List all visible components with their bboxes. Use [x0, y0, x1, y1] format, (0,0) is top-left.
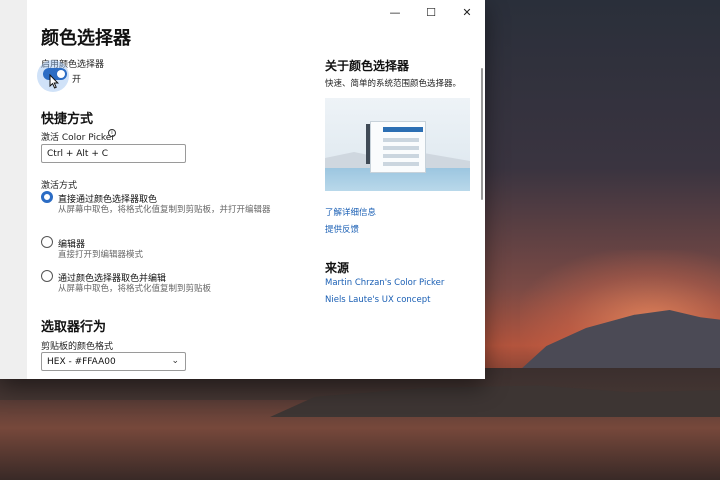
about-description: 快速、简单的系统范围颜色选择器。: [325, 79, 462, 89]
color-picker-preview-image: [325, 98, 470, 191]
preview-row: [383, 146, 419, 150]
clipboard-format-value: HEX - #FFAA00: [47, 357, 116, 367]
page-title: 颜色选择器: [41, 28, 131, 49]
settings-window: — ☐ ✕ 颜色选择器 启用颜色选择器 开 快捷方式 激活 Color Pick…: [0, 0, 485, 379]
option-1-description: 从屏幕中取色，将格式化值复制到剪贴板，并打开编辑器: [58, 205, 271, 215]
radio-option-2[interactable]: [41, 236, 53, 248]
feedback-link[interactable]: 提供反馈: [325, 223, 359, 235]
clipboard-format-dropdown[interactable]: HEX - #FFAA00 ⌄: [41, 352, 186, 371]
option-2-description: 直接打开到编辑器模式: [58, 250, 144, 260]
toggle-state-text: 开: [72, 75, 82, 85]
preview-row: [383, 154, 419, 158]
activation-behavior-label: 激活方式: [41, 181, 78, 191]
picker-behavior-section-title: 选取器行为: [41, 320, 107, 335]
preview-dialog: [370, 121, 426, 173]
preview-row: [383, 162, 419, 166]
about-title: 关于颜色选择器: [325, 59, 410, 73]
radio-option-3[interactable]: [41, 270, 53, 282]
radio-option-1[interactable]: [41, 191, 53, 203]
settings-content: 颜色选择器 启用颜色选择器 开 快捷方式 激活 Color Picker i C…: [27, 0, 485, 379]
source-link-1[interactable]: Martin Chrzan's Color Picker: [325, 278, 444, 288]
scrollbar[interactable]: [481, 68, 483, 200]
shortcut-section-title: 快捷方式: [41, 112, 94, 127]
clipboard-format-label: 剪贴板的颜色格式: [41, 342, 114, 352]
shortcut-input[interactable]: Ctrl + Alt + C: [41, 144, 186, 163]
source-title: 来源: [325, 261, 350, 275]
preview-color-bar: [383, 127, 423, 132]
option-3-description: 从屏幕中取色，将格式化值复制到剪贴板: [58, 284, 212, 294]
chevron-down-icon: ⌄: [171, 356, 179, 366]
navigation-pane[interactable]: [0, 0, 27, 379]
source-link-2[interactable]: Niels Laute's UX concept: [325, 295, 430, 305]
learn-more-link[interactable]: 了解详细信息: [325, 206, 376, 218]
preview-row: [383, 138, 419, 142]
mouse-cursor-icon: [49, 74, 59, 89]
activate-shortcut-label: 激活 Color Picker: [41, 133, 116, 143]
info-icon[interactable]: i: [108, 129, 116, 137]
